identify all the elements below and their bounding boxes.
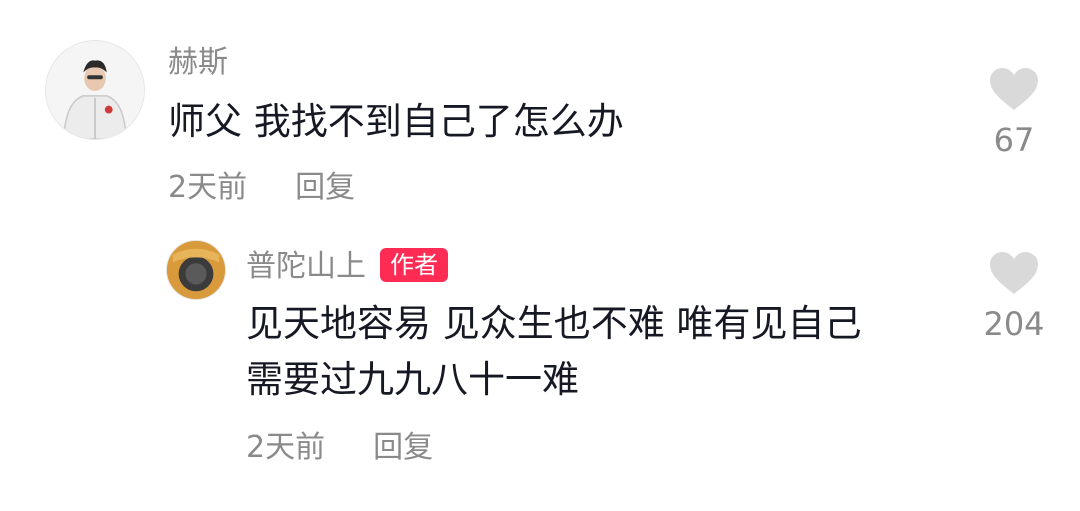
reply-text-line-1: 见天地容易 见众生也不难 唯有见自己 [246, 302, 862, 345]
reply-meta: 2天前 回复 [246, 430, 433, 466]
heart-icon [990, 68, 1038, 110]
comment-text: 师父 我找不到自己了怎么办 [168, 100, 624, 143]
author-badge: 作者 [380, 247, 448, 282]
avatar[interactable] [166, 240, 226, 300]
like-count: 204 [983, 305, 1045, 343]
comment-author[interactable]: 赫斯 [168, 45, 228, 81]
reply-time: 2天前 [246, 430, 326, 465]
comment-time: 2天前 [168, 170, 248, 205]
comment-meta: 2天前 回复 [168, 170, 355, 206]
reply-button[interactable]: 回复 [295, 170, 355, 205]
reply-author-name[interactable]: 普陀山上 [246, 249, 366, 284]
like-button[interactable]: 204 [974, 250, 1054, 344]
avatar[interactable] [45, 40, 145, 140]
like-count: 67 [993, 121, 1035, 159]
avatar-man-white-jacket-icon [46, 41, 144, 139]
reply-button[interactable]: 回复 [373, 430, 433, 465]
reply-author: 普陀山上 作者 [246, 247, 448, 285]
reply-text-line-2: 需要过九九八十一难 [246, 358, 579, 401]
like-button[interactable]: 67 [974, 66, 1054, 160]
avatar-orange-round-icon [167, 241, 225, 299]
heart-icon [990, 252, 1038, 294]
